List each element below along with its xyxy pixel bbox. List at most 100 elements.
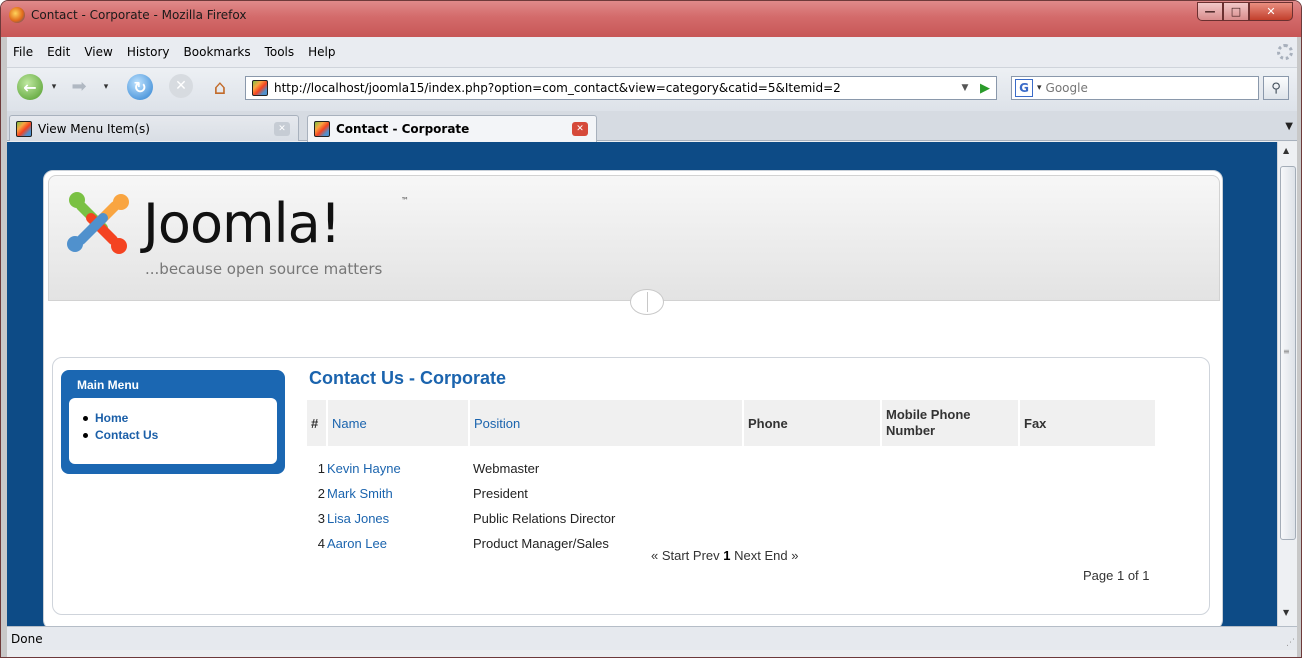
column-header-mobile: Mobile Phone Number — [881, 400, 1020, 446]
row-number: 3 — [317, 511, 325, 526]
site-tagline: ...because open source matters — [145, 260, 383, 278]
menu-tools[interactable]: Tools — [265, 45, 295, 59]
search-bar: G ▾ — [1011, 76, 1259, 100]
tab-list-button[interactable]: ▼ — [1285, 121, 1293, 132]
column-header-number: # — [307, 400, 328, 446]
menu-bookmarks[interactable]: Bookmarks — [184, 45, 251, 59]
contacts-table: # Name Position Phone Mobile Phone Numbe… — [307, 400, 1157, 556]
table-header-row: # Name Position Phone Mobile Phone Numbe… — [307, 400, 1157, 446]
pagination-prev: Prev — [692, 548, 720, 563]
go-button[interactable]: ▶ — [974, 81, 996, 96]
main-content: Main Menu Home Contact Us Contact Us - C… — [52, 357, 1210, 615]
maximize-icon: □ — [1230, 5, 1242, 18]
pagination: « Start Prev 1 Next End » — [651, 548, 798, 563]
scroll-down-icon[interactable]: ▼ — [1283, 608, 1289, 617]
row-number: 4 — [317, 536, 325, 551]
address-bar[interactable]: http://localhost/joomla15/index.php?opti… — [245, 76, 997, 100]
vertical-scrollbar[interactable]: ▲ ≡ ▼ — [1277, 142, 1297, 626]
pagination-next: Next — [734, 548, 761, 563]
window-title: Contact - Corporate - Mozilla Firefox — [31, 8, 247, 22]
main-menu-module: Main Menu Home Contact Us — [61, 370, 285, 474]
back-history-dropdown[interactable]: ▾ — [47, 74, 61, 100]
home-icon: ⌂ — [213, 75, 227, 99]
reload-icon: ↻ — [133, 77, 147, 97]
tab-close-icon[interactable]: ✕ — [274, 121, 290, 136]
menu-view[interactable]: View — [84, 45, 112, 59]
throbber-icon — [1277, 44, 1293, 60]
table-row: 2 Mark Smith President — [307, 481, 1156, 506]
pagination-end: End » — [764, 548, 799, 563]
close-icon: ✕ — [1266, 5, 1276, 18]
menu-help[interactable]: Help — [308, 45, 335, 59]
site-header: Joomla! ™ ...because open source matters — [48, 175, 1220, 301]
menu-history[interactable]: History — [127, 45, 170, 59]
magnifier-icon: ⚲ — [1271, 80, 1281, 96]
menu-link-contact-us[interactable]: Contact Us — [83, 427, 277, 444]
page-viewport: Joomla! ™ ...because open source matters… — [7, 142, 1277, 626]
joomla-favicon-icon — [314, 121, 330, 137]
close-button[interactable]: ✕ — [1249, 2, 1293, 21]
chevron-down-icon: ▾ — [103, 82, 109, 92]
main-menu-list: Home Contact Us — [69, 398, 277, 464]
reload-button[interactable]: ↻ — [127, 74, 153, 100]
home-button[interactable]: ⌂ — [207, 74, 233, 100]
window-controls: — □ ✕ — [1197, 2, 1293, 21]
back-button[interactable]: ← — [17, 74, 43, 100]
page-title: Contact Us - Corporate — [309, 368, 507, 388]
maximize-button[interactable]: □ — [1223, 2, 1249, 21]
table-row: 1 Kevin Hayne Webmaster — [307, 456, 1156, 481]
forward-button[interactable]: ➡ — [67, 74, 91, 98]
tab-label: View Menu Item(s) — [38, 121, 150, 136]
logo-trademark: ™ — [401, 196, 409, 205]
contact-name-link[interactable]: Aaron Lee — [327, 531, 469, 556]
stop-icon: ✕ — [175, 78, 187, 94]
address-history-dropdown[interactable]: ▼ — [956, 83, 974, 93]
joomla-page: Joomla! ™ ...because open source matters… — [43, 170, 1223, 626]
menu-link-home[interactable]: Home — [83, 410, 277, 427]
search-input[interactable] — [1045, 81, 1246, 95]
tab-close-icon[interactable]: ✕ — [572, 122, 588, 136]
navigation-toolbar: ← ▾ ➡ ▾ ↻ ✕ ⌂ http://localhost/joomla15/… — [7, 67, 1297, 111]
contact-position: Public Relations Director — [473, 511, 616, 526]
contact-position: Webmaster — [473, 461, 540, 476]
contact-position: President — [473, 486, 528, 501]
joomla-favicon-icon — [16, 120, 32, 137]
row-number: 1 — [317, 461, 325, 476]
chevron-down-icon: ▾ — [51, 82, 57, 92]
menu-file[interactable]: File — [13, 45, 33, 59]
column-header-phone: Phone — [743, 400, 882, 446]
contact-name-link[interactable]: Lisa Jones — [327, 506, 469, 531]
joomla-favicon-icon — [252, 80, 268, 96]
stop-button[interactable]: ✕ — [169, 74, 193, 98]
header-divider-knob — [630, 289, 664, 315]
menu-edit[interactable]: Edit — [47, 45, 70, 59]
tab-view-menu-items[interactable]: View Menu Item(s) ✕ — [9, 115, 299, 141]
logo-wordmark: Joomla! — [143, 192, 341, 255]
pagination-current: 1 — [723, 548, 731, 563]
search-engine-dropdown[interactable]: ▾ — [1037, 83, 1042, 93]
page-count: Page 1 of 1 — [1083, 568, 1150, 583]
minimize-icon: — — [1204, 5, 1216, 18]
column-header-position[interactable]: Position — [469, 400, 744, 446]
joomla-logo-icon — [67, 192, 129, 254]
address-text[interactable]: http://localhost/joomla15/index.php?opti… — [274, 81, 956, 95]
contact-name-link[interactable]: Mark Smith — [327, 481, 469, 506]
status-bar: Done ⋰ — [7, 626, 1297, 650]
column-header-name[interactable]: Name — [327, 400, 470, 446]
table-row: 3 Lisa Jones Public Relations Director — [307, 506, 1156, 531]
resize-grip-icon[interactable]: ⋰ — [1286, 638, 1295, 648]
scroll-up-icon[interactable]: ▲ — [1283, 146, 1289, 155]
forward-history-dropdown[interactable]: ▾ — [99, 74, 113, 100]
google-icon[interactable]: G — [1015, 79, 1033, 97]
pagination-start: « Start — [651, 548, 690, 563]
menu-bar: File Edit View History Bookmarks Tools H… — [7, 37, 1297, 67]
status-text: Done — [11, 631, 43, 646]
browser-window: Contact - Corporate - Mozilla Firefox — … — [0, 0, 1302, 658]
main-menu-title: Main Menu — [77, 378, 139, 392]
minimize-button[interactable]: — — [1197, 2, 1223, 21]
back-arrow-icon: ← — [23, 77, 37, 97]
contact-name-link[interactable]: Kevin Hayne — [327, 456, 469, 481]
tab-strip: View Menu Item(s) ✕ Contact - Corporate … — [7, 111, 1297, 142]
tab-contact-corporate[interactable]: Contact - Corporate ✕ — [307, 115, 597, 142]
search-button[interactable]: ⚲ — [1263, 76, 1289, 100]
